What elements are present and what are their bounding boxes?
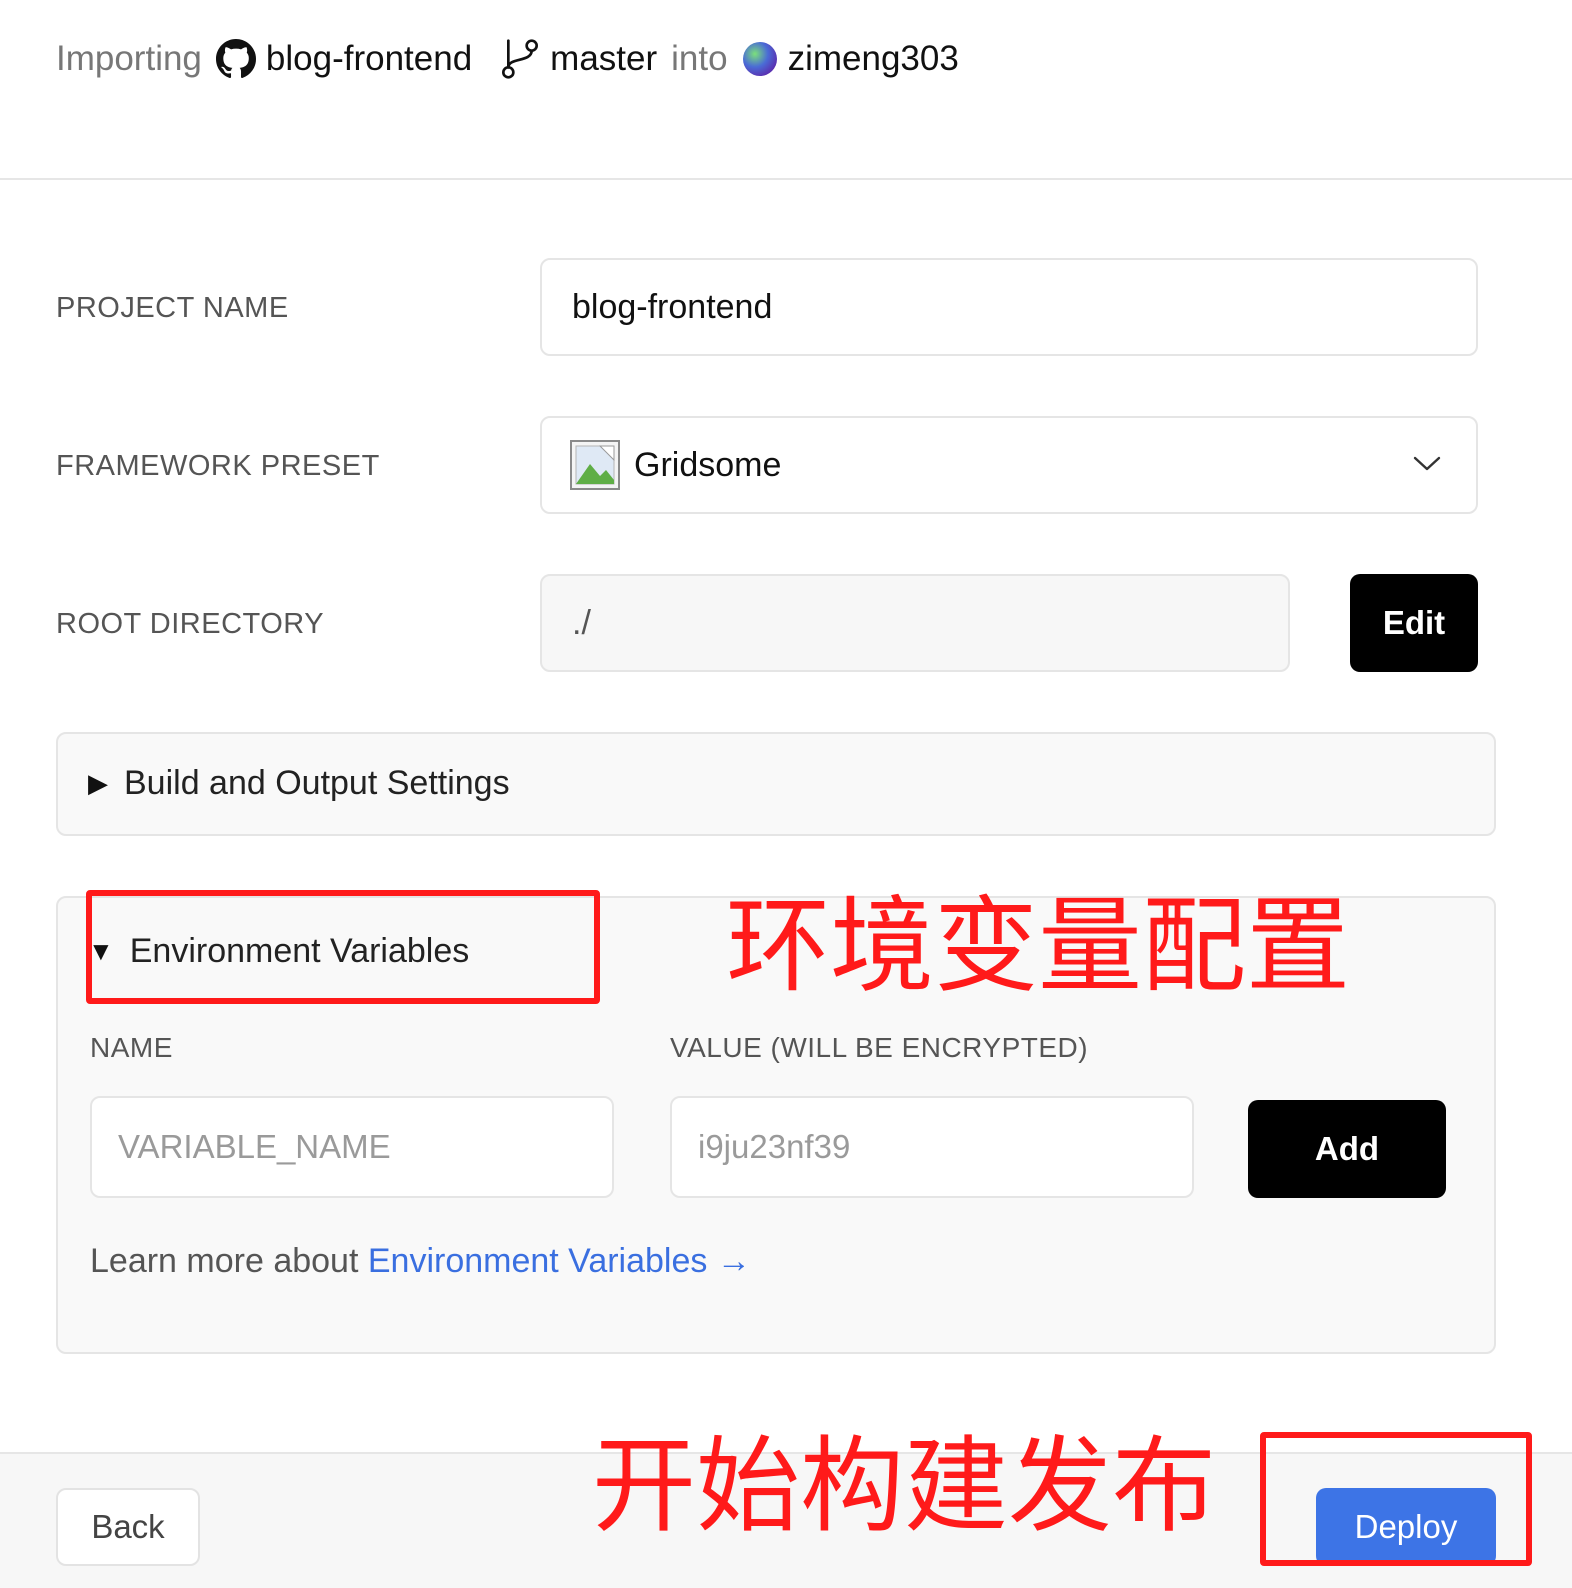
root-directory-input: ./ — [540, 574, 1290, 672]
project-name-value: blog-frontend — [572, 287, 773, 326]
framework-image-icon — [570, 440, 620, 490]
start-deploy-annotation: 开始构建发布 — [592, 1425, 1217, 1547]
learn-more-text: Learn more about Environment Variables → — [90, 1242, 751, 1281]
avatar-gradient — [742, 41, 778, 77]
chevron-down-icon — [1412, 454, 1442, 474]
github-icon — [215, 39, 256, 79]
framework-preset-value: Gridsome — [634, 445, 782, 484]
env-value-placeholder: i9ju23nf39 — [698, 1128, 851, 1165]
repo-name[interactable]: blog-frontend — [266, 39, 472, 79]
root-directory-value: ./ — [572, 603, 591, 642]
env-value-input[interactable]: i9ju23nf39 — [670, 1096, 1194, 1198]
env-variables-highlight-box — [86, 890, 600, 1004]
project-name-label: PROJECT NAME — [56, 292, 289, 324]
deploy-highlight-box — [1260, 1432, 1532, 1566]
into-label: into — [671, 39, 728, 78]
env-name-placeholder: VARIABLE_NAME — [118, 1128, 391, 1165]
edit-root-directory-button[interactable]: Edit — [1350, 574, 1478, 672]
add-env-variable-button[interactable]: Add — [1248, 1100, 1446, 1198]
env-name-label: NAME — [90, 1032, 173, 1063]
account-name[interactable]: zimeng303 — [788, 39, 959, 79]
env-variables-docs-link[interactable]: Environment Variables → — [368, 1242, 751, 1280]
git-branch-icon — [500, 37, 540, 81]
import-header: Importing blog-frontend master into zime… — [0, 0, 1572, 180]
project-name-input[interactable]: blog-frontend — [540, 258, 1478, 356]
framework-preset-label: FRAMEWORK PRESET — [56, 450, 380, 482]
build-settings-panel[interactable]: ▶ Build and Output Settings — [56, 732, 1496, 836]
back-button[interactable]: Back — [56, 1488, 200, 1566]
triangle-right-icon: ▶ — [88, 768, 108, 798]
importing-label: Importing — [56, 39, 202, 78]
env-config-annotation: 环境变量配置 — [726, 885, 1351, 1007]
framework-preset-select[interactable]: Gridsome — [540, 416, 1478, 514]
build-settings-toggle[interactable]: ▶ Build and Output Settings — [88, 764, 510, 803]
learn-more-prefix: Learn more about — [90, 1242, 359, 1280]
branch-name[interactable]: master — [550, 39, 657, 79]
root-directory-label: ROOT DIRECTORY — [56, 608, 325, 640]
build-settings-title: Build and Output Settings — [124, 764, 510, 802]
env-value-label: VALUE (WILL BE ENCRYPTED) — [670, 1032, 1089, 1063]
import-project-page: Importing blog-frontend master into zime… — [0, 0, 1572, 1588]
env-name-input[interactable]: VARIABLE_NAME — [90, 1096, 614, 1198]
